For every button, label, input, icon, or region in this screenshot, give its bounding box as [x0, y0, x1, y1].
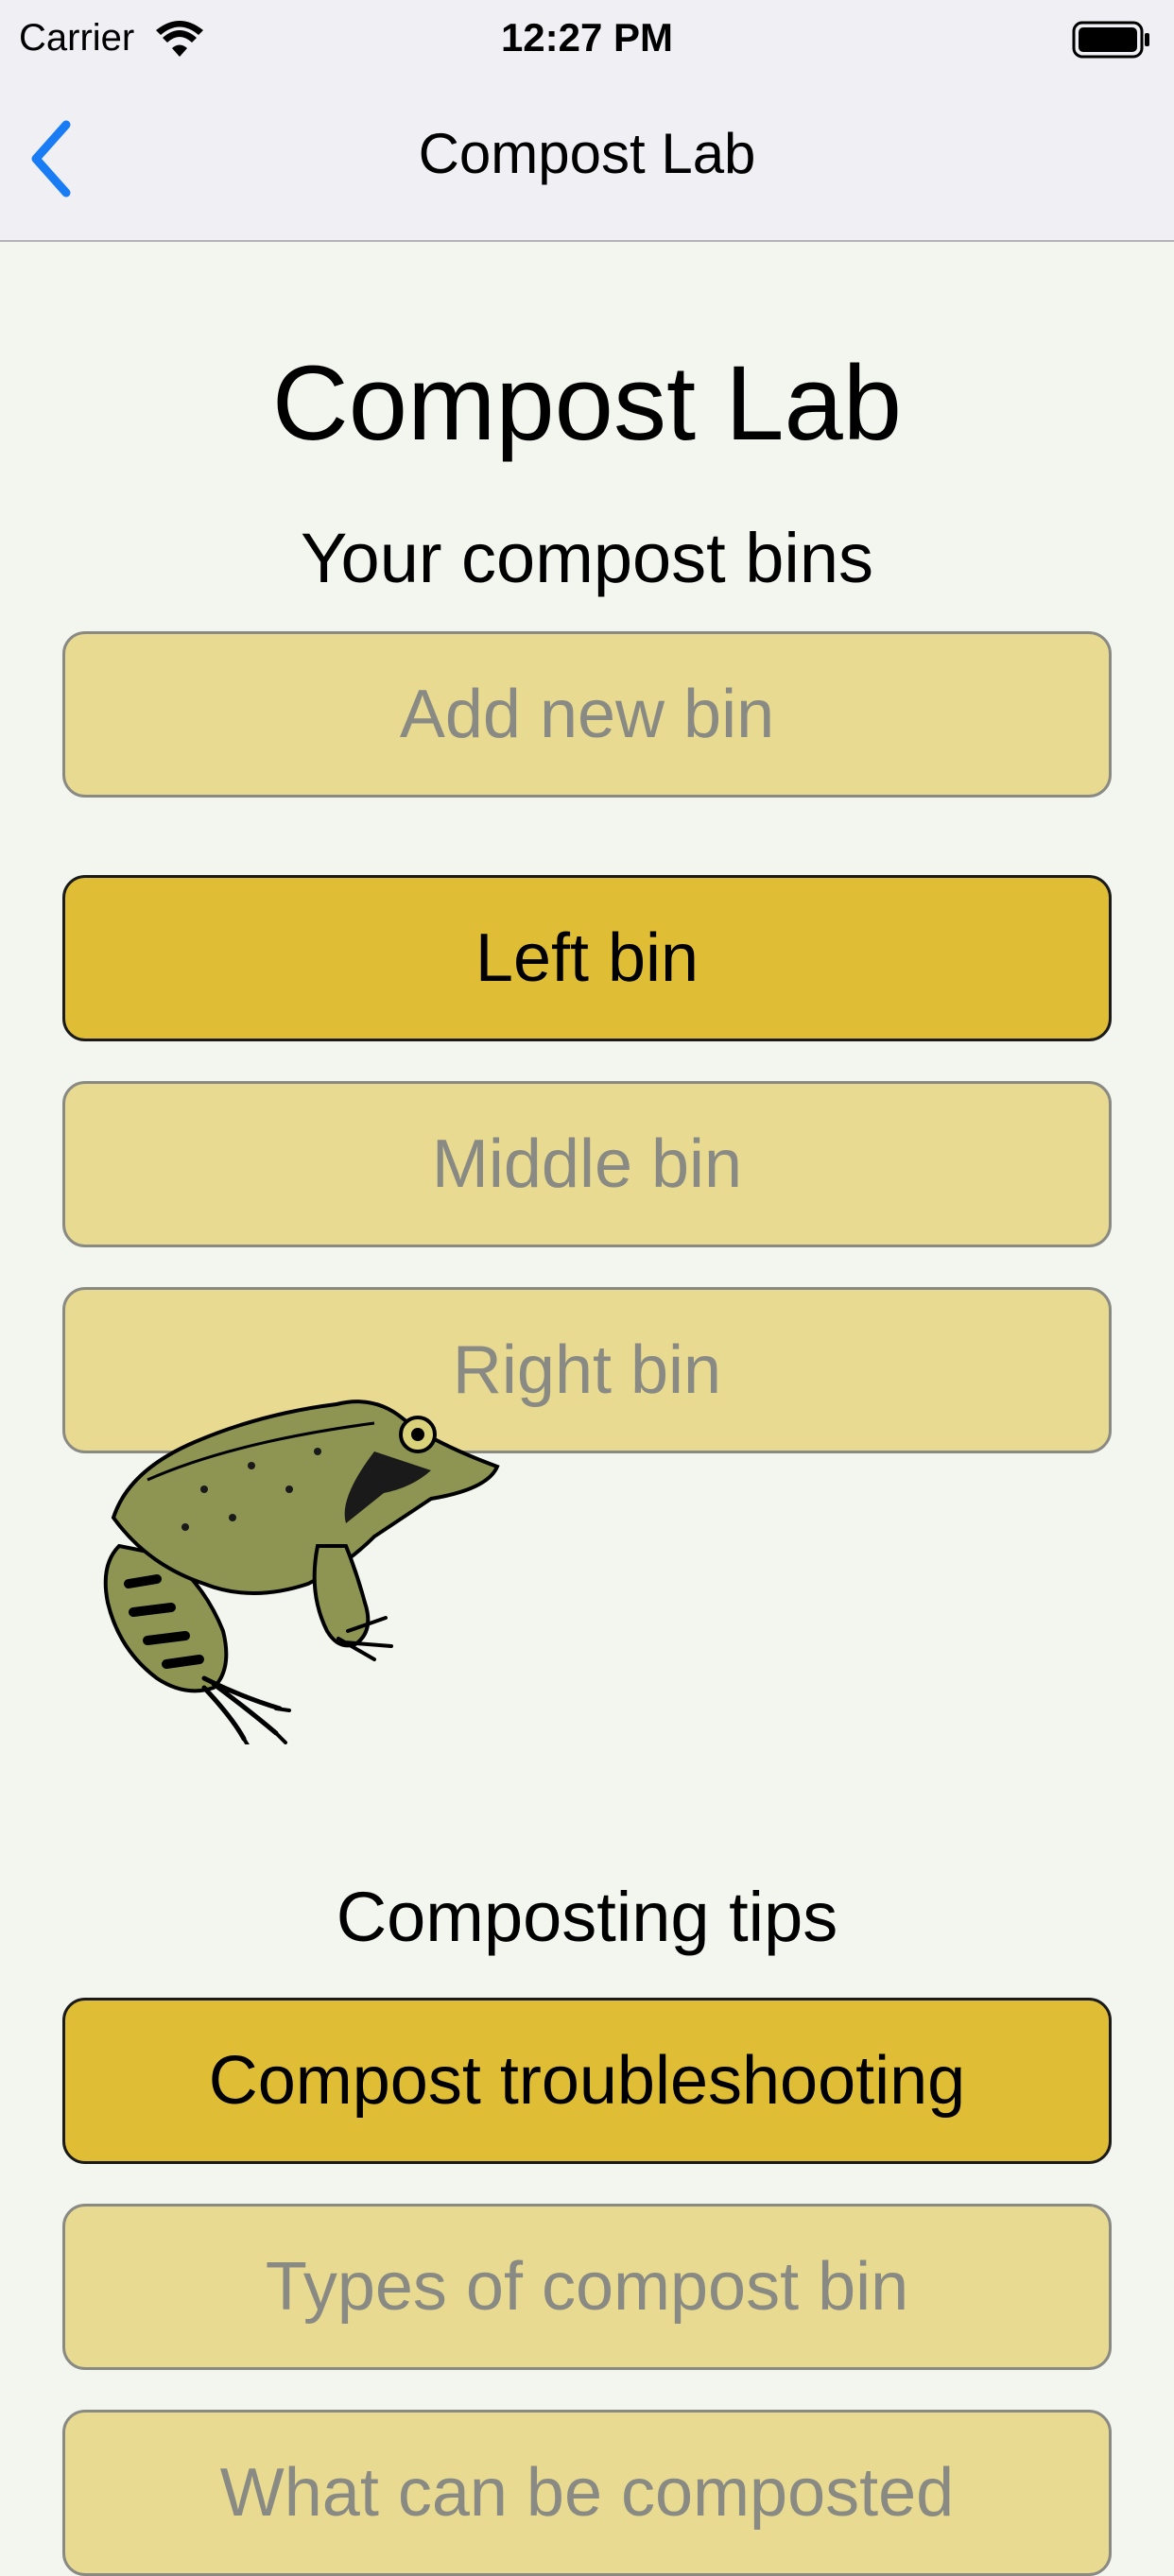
nav-title: Compost Lab — [418, 122, 756, 185]
middle-bin-button[interactable]: Middle bin — [62, 1081, 1112, 1247]
bins-section-heading: Your compost bins — [300, 519, 874, 597]
navigation-bar: Compost Lab — [0, 79, 1174, 242]
types-of-compost-bin-button[interactable]: Types of compost bin — [62, 2204, 1112, 2370]
left-bin-button[interactable]: Left bin — [62, 875, 1112, 1041]
tips-section-heading: Composting tips — [336, 1878, 838, 1956]
frog-illustration — [103, 1400, 500, 1744]
what-can-be-composted-button[interactable]: What can be composted — [62, 2410, 1112, 2576]
compost-troubleshooting-button[interactable]: Compost troubleshooting — [62, 1998, 1112, 2164]
battery-icon — [1072, 21, 1149, 59]
page-title: Compost Lab — [271, 344, 903, 462]
add-new-bin-button[interactable]: Add new bin — [62, 631, 1112, 798]
status-bar: Carrier 12:27 PM — [0, 0, 1174, 79]
clock-time: 12:27 PM — [500, 15, 674, 60]
